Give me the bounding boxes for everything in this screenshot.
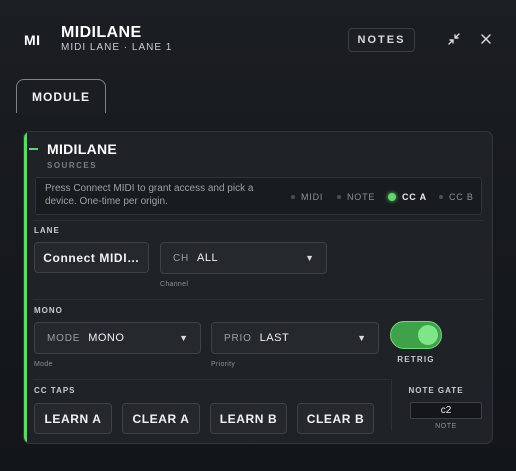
priority-select[interactable]: PRIO LAST ▼	[211, 322, 379, 354]
priority-caption: Priority	[211, 361, 236, 368]
clear-a-button[interactable]: CLEAR A	[122, 403, 200, 434]
vertical-divider	[391, 379, 392, 431]
mode-key: MODE	[47, 332, 81, 344]
source-indicator-midi: MIDI	[291, 191, 323, 203]
section-divider	[33, 220, 484, 221]
sources-panel: Press Connect MIDI to grant access and p…	[35, 177, 482, 215]
note-gate-label: NOTE GATE	[408, 386, 464, 395]
chevron-down-icon: ▼	[357, 333, 366, 343]
app-subtitle: MIDI LANE · LANE 1	[61, 42, 173, 53]
source-label: CC A	[402, 192, 427, 202]
mode-select[interactable]: MODE MONO ▼	[34, 322, 201, 354]
card-collapse-dash	[29, 148, 38, 150]
retrig-toggle[interactable]	[390, 321, 442, 349]
source-indicator-cc-b: CC B	[439, 191, 474, 203]
card-title: MIDILANE	[47, 141, 118, 157]
sources-hint: Press Connect MIDI to grant access and p…	[45, 183, 254, 207]
header: MI MIDILANE MIDI LANE · LANE 1 NOTES	[0, 0, 516, 70]
app-logo: MI	[24, 32, 41, 48]
status-dot	[291, 195, 295, 199]
collapse-icon[interactable]	[447, 31, 461, 47]
priority-key: PRIO	[224, 332, 252, 344]
close-icon[interactable]	[479, 31, 493, 47]
app-title: MIDILANE	[61, 24, 142, 41]
source-indicator-note: NOTE	[337, 191, 375, 203]
retrig-label: RETRIG	[397, 355, 435, 364]
toggle-knob	[418, 325, 438, 345]
note-gate-input[interactable]: c2	[410, 402, 482, 419]
mode-value: MONO	[88, 332, 125, 344]
note-gate-caption: NOTE	[435, 423, 457, 430]
card-accent-bar	[24, 132, 27, 443]
clear-b-button[interactable]: CLEAR B	[297, 403, 374, 434]
sources-label: SOURCES	[47, 161, 98, 170]
status-dot	[337, 195, 341, 199]
channel-select[interactable]: CH ALL ▼	[160, 242, 327, 274]
chevron-down-icon: ▼	[179, 333, 188, 343]
source-indicator-cc-a: CC A	[388, 191, 427, 203]
learn-a-button[interactable]: LEARN A	[34, 403, 112, 434]
status-dot-active	[388, 193, 396, 201]
status-dot	[439, 195, 443, 199]
section-divider	[33, 299, 484, 300]
section-divider	[33, 379, 390, 380]
mono-section-label: MONO	[34, 306, 63, 315]
chevron-down-icon: ▼	[305, 253, 314, 263]
source-label: CC B	[449, 192, 474, 202]
tab-module[interactable]: MODULE	[16, 79, 106, 113]
module-card: MIDILANE SOURCES Press Connect MIDI to g…	[23, 131, 493, 444]
mode-caption: Mode	[34, 361, 53, 368]
channel-caption: Channel	[160, 281, 189, 288]
source-label: NOTE	[347, 192, 376, 202]
learn-b-button[interactable]: LEARN B	[210, 403, 287, 434]
channel-value: ALL	[197, 252, 219, 264]
midilane-window: MI MIDILANE MIDI LANE · LANE 1 NOTES MOD…	[0, 0, 516, 471]
connect-midi-button[interactable]: Connect MIDI…	[34, 242, 149, 273]
cc-taps-section-label: CC TAPS	[34, 386, 76, 395]
lane-section-label: LANE	[34, 226, 60, 235]
priority-value: LAST	[259, 332, 290, 344]
channel-key: CH	[173, 252, 190, 264]
source-label: MIDI	[301, 192, 324, 202]
notes-button[interactable]: NOTES	[348, 28, 415, 52]
